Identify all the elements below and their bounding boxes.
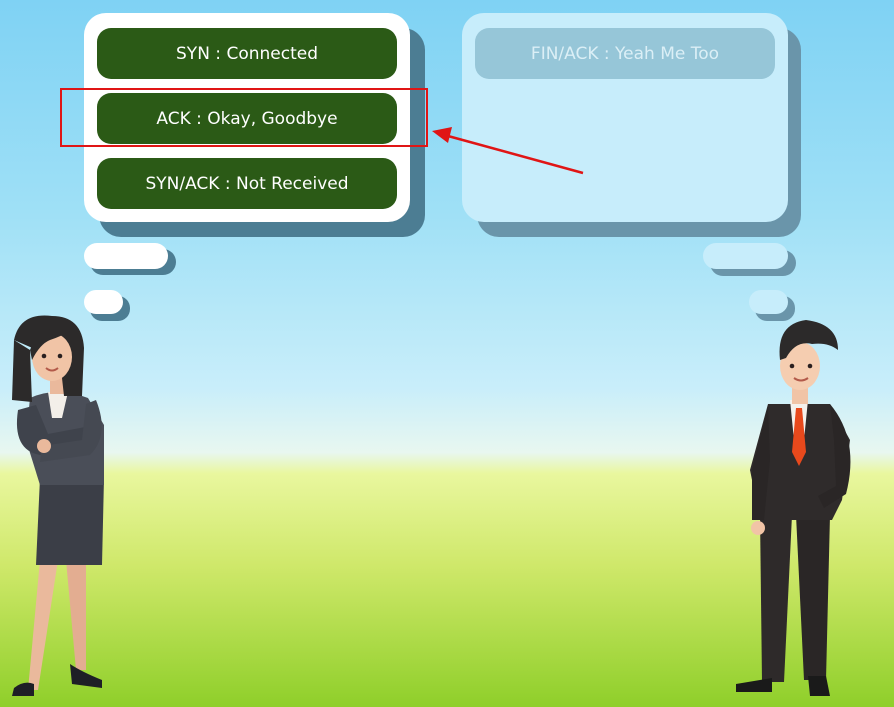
woman-character (12, 315, 104, 696)
overlay-layer (12, 127, 851, 696)
man-character (736, 320, 851, 696)
arrow (432, 127, 584, 175)
game-scene: SYN : Connected ACK : Okay, Goodbye SYN/… (0, 0, 894, 707)
